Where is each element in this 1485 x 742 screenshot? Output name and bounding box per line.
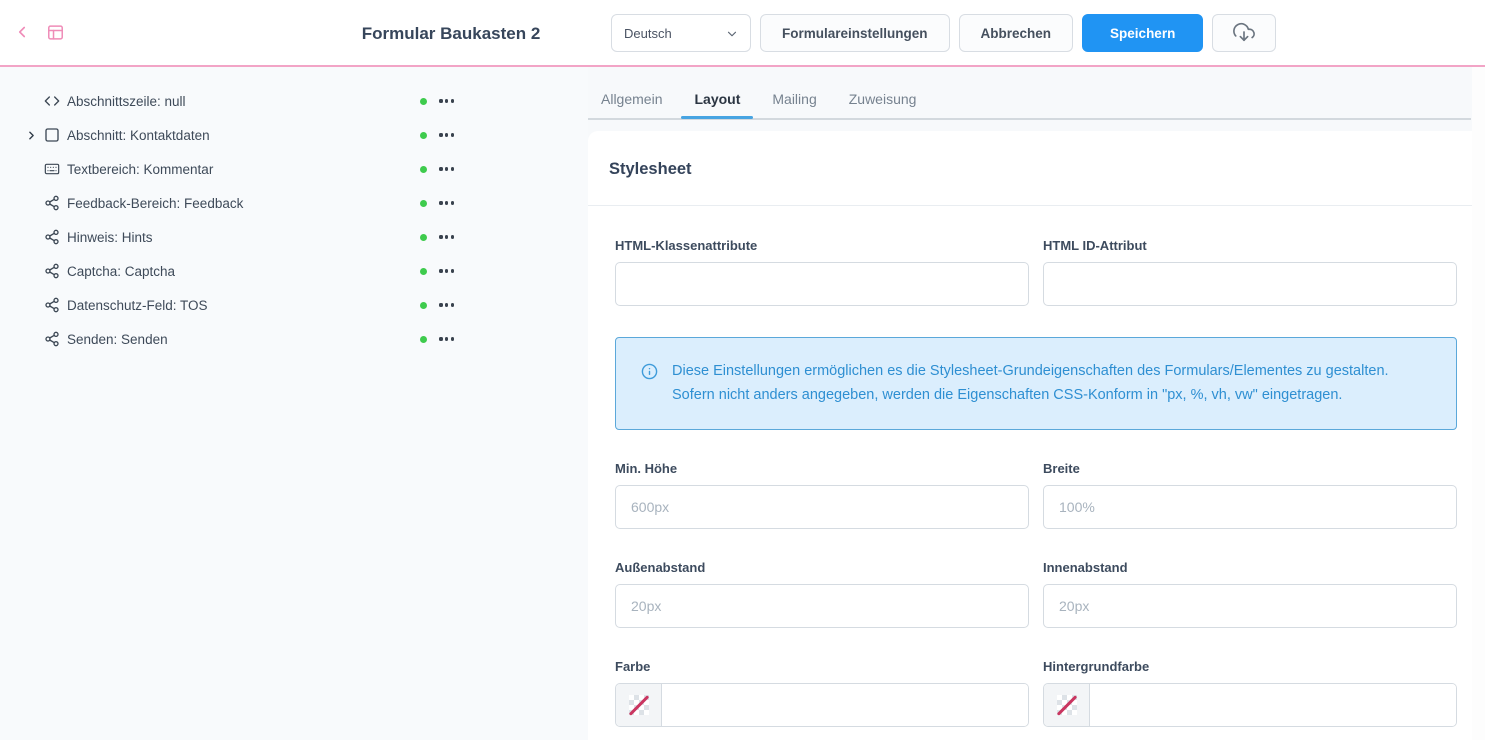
field-label: Hintergrundfarbe [1043, 659, 1457, 674]
item-menu-button[interactable] [439, 131, 454, 138]
cancel-button[interactable]: Abbrechen [959, 14, 1074, 52]
status-dot [420, 234, 427, 241]
share-icon [44, 229, 60, 245]
sidebar-item-label: Abschnitt: Kontaktdaten [67, 128, 210, 143]
info-banner: Diese Einstellungen ermöglichen es die S… [615, 337, 1457, 430]
padding-input[interactable] [1043, 584, 1457, 628]
field-html-classes: HTML-Klassenattribute [615, 238, 1029, 306]
section-icon [44, 127, 60, 143]
sidebar-item-textbereich[interactable]: Textbereich: Kommentar [0, 152, 480, 186]
status-dot [420, 166, 427, 173]
info-text: Diese Einstellungen ermöglichen es die S… [672, 360, 1416, 407]
item-menu-button[interactable] [439, 233, 454, 240]
html-classes-input[interactable] [615, 262, 1029, 306]
sidebar-item-label: Textbereich: Kommentar [67, 162, 213, 177]
form-builder-button[interactable] [46, 23, 65, 45]
chevron-left-icon [13, 23, 31, 44]
field-label: HTML-Klassenattribute [615, 238, 1029, 253]
color-input[interactable] [662, 684, 1028, 727]
field-label: Innenabstand [1043, 560, 1457, 575]
textarea-icon [44, 161, 60, 177]
field-label: Farbe [615, 659, 1029, 674]
form-settings-button[interactable]: Formulareinstellungen [760, 14, 950, 52]
cloud-download-icon [1233, 21, 1255, 46]
field-width: Breite [1043, 461, 1457, 529]
scrollbar-track[interactable] [1472, 67, 1485, 740]
field-padding: Innenabstand [1043, 560, 1457, 628]
sidebar-item-datenschutz[interactable]: Datenschutz-Feld: TOS [0, 288, 480, 322]
color-picker-button[interactable] [616, 684, 662, 726]
background-color-input[interactable] [1090, 684, 1456, 727]
back-button[interactable] [13, 23, 31, 44]
status-dot [420, 268, 427, 275]
code-icon [44, 93, 60, 109]
sidebar-item-captcha[interactable]: Captcha: Captcha [0, 254, 480, 288]
language-select-value: Deutsch [624, 26, 672, 41]
form-elements-sidebar: Abschnittszeile: null Abschnitt: Kontakt… [0, 67, 588, 740]
share-icon [44, 331, 60, 347]
sidebar-item-feedback[interactable]: Feedback-Bereich: Feedback [0, 186, 480, 220]
no-color-icon [629, 695, 649, 715]
item-menu-button[interactable] [439, 199, 454, 206]
field-label: HTML ID-Attribut [1043, 238, 1457, 253]
tab-layout[interactable]: Layout [681, 67, 753, 117]
margin-input[interactable] [615, 584, 1029, 628]
sidebar-item-label: Abschnittszeile: null [67, 94, 186, 109]
field-label: Außenabstand [615, 560, 1029, 575]
item-menu-button[interactable] [439, 267, 454, 274]
no-color-icon [1057, 695, 1077, 715]
html-id-input[interactable] [1043, 262, 1457, 306]
sidebar-item-hinweis[interactable]: Hinweis: Hints [0, 220, 480, 254]
item-menu-button[interactable] [439, 165, 454, 172]
field-label: Breite [1043, 461, 1457, 476]
sidebar-item-label: Senden: Senden [67, 332, 168, 347]
tab-mailing[interactable]: Mailing [759, 67, 829, 117]
status-dot [420, 98, 427, 105]
item-menu-button[interactable] [439, 301, 454, 308]
language-select[interactable]: Deutsch [611, 14, 751, 52]
item-menu-button[interactable] [439, 97, 454, 104]
sidebar-item-label: Datenschutz-Feld: TOS [67, 298, 208, 313]
settings-panel: Allgemein Layout Mailing Zuweisung Style… [588, 67, 1485, 740]
field-margin: Außenabstand [615, 560, 1029, 628]
tab-allgemein[interactable]: Allgemein [588, 67, 675, 117]
width-input[interactable] [1043, 485, 1457, 529]
share-icon [44, 297, 60, 313]
sidebar-item-abschnitt[interactable]: Abschnitt: Kontaktdaten [0, 118, 480, 152]
field-min-height: Min. Höhe [615, 461, 1029, 529]
tab-bar: Allgemein Layout Mailing Zuweisung [588, 67, 1485, 120]
stylesheet-card: Stylesheet HTML-Klassenattribute HTML ID… [588, 131, 1485, 740]
item-menu-button[interactable] [439, 335, 454, 342]
share-icon [44, 195, 60, 211]
header-controls: Deutsch Formulareinstellungen Abbrechen … [611, 14, 1276, 52]
field-label: Min. Höhe [615, 461, 1029, 476]
layout-icon [46, 23, 65, 45]
save-button[interactable]: Speichern [1082, 14, 1203, 52]
background-color-picker-button[interactable] [1044, 684, 1090, 726]
field-background-color: Hintergrundfarbe [1043, 659, 1457, 727]
status-dot [420, 132, 427, 139]
status-dot [420, 200, 427, 207]
header-left-icons [13, 0, 65, 67]
section-heading: Stylesheet [609, 160, 1485, 179]
sidebar-item-label: Feedback-Bereich: Feedback [67, 196, 243, 211]
sidebar-item-label: Hinweis: Hints [67, 230, 153, 245]
field-html-id: HTML ID-Attribut [1043, 238, 1457, 306]
sidebar-item-label: Captcha: Captcha [67, 264, 175, 279]
export-button[interactable] [1212, 14, 1276, 52]
workspace: Abschnittszeile: null Abschnitt: Kontakt… [0, 67, 1485, 740]
share-icon [44, 263, 60, 279]
status-dot [420, 302, 427, 309]
status-dot [420, 336, 427, 343]
info-icon [641, 363, 658, 407]
chevron-right-icon[interactable] [25, 129, 44, 142]
app-header: Formular Baukasten 2 Deutsch Formularein… [0, 0, 1485, 67]
sidebar-item-senden[interactable]: Senden: Senden [0, 322, 480, 356]
page-title: Formular Baukasten 2 [362, 0, 541, 67]
sidebar-item-abschnittszeile[interactable]: Abschnittszeile: null [0, 84, 480, 118]
field-color: Farbe [615, 659, 1029, 727]
tab-zuweisung[interactable]: Zuweisung [836, 67, 930, 117]
min-height-input[interactable] [615, 485, 1029, 529]
